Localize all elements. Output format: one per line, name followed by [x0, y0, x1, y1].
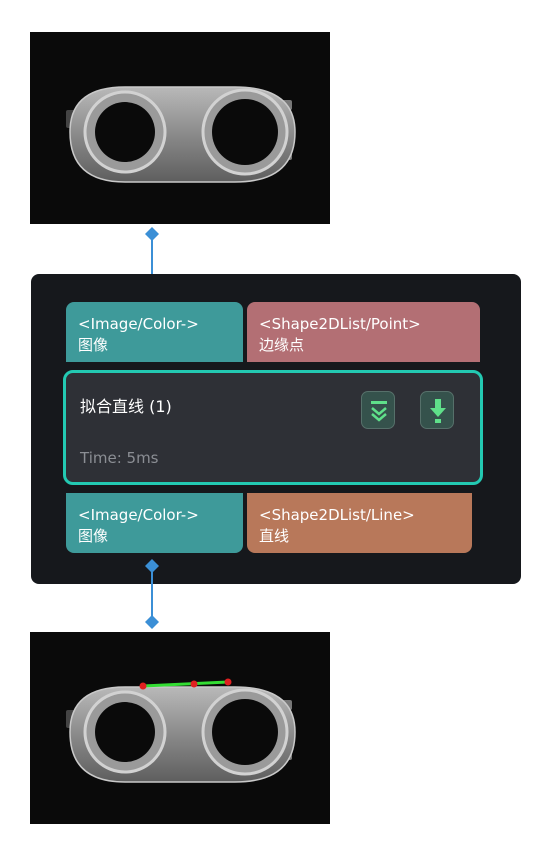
metal-part-illustration	[66, 86, 296, 183]
download-arrow-icon	[430, 399, 446, 423]
edge-point	[224, 678, 232, 686]
port-type: <Image/Color->	[78, 315, 199, 333]
edge-point	[190, 680, 198, 688]
input-image-preview	[30, 32, 330, 224]
output-port-line[interactable]: <Shape2DList/Line> 直线	[247, 493, 472, 553]
port-name: 直线	[259, 527, 290, 545]
collapse-button[interactable]	[361, 391, 395, 429]
node-body[interactable]: 拟合直线 (1) Time: 5ms	[63, 370, 483, 485]
port-type: <Shape2DList/Line>	[259, 506, 415, 524]
port-type: <Shape2DList/Point>	[259, 315, 421, 333]
port-name: 边缘点	[259, 336, 305, 354]
port-name: 图像	[78, 527, 109, 545]
node-time: Time: 5ms	[80, 449, 159, 467]
input-port-image[interactable]: <Image/Color-> 图像	[66, 302, 243, 362]
double-chevron-down-icon	[371, 401, 387, 422]
edge-point	[139, 682, 147, 690]
input-port-edge-points[interactable]: <Shape2DList/Point> 边缘点	[247, 302, 480, 362]
metal-part-with-line-illustration	[66, 678, 296, 783]
node-title: 拟合直线 (1)	[80, 397, 172, 416]
download-button[interactable]	[420, 391, 454, 429]
fit-line-node[interactable]: <Image/Color-> 图像 <Shape2DList/Point> 边缘…	[31, 274, 521, 584]
port-type: <Image/Color->	[78, 506, 199, 524]
output-image-preview	[30, 632, 330, 824]
port-name: 图像	[78, 336, 109, 354]
output-port-image[interactable]: <Image/Color-> 图像	[66, 493, 243, 553]
fitted-line	[142, 680, 229, 688]
output-connector	[141, 558, 163, 630]
